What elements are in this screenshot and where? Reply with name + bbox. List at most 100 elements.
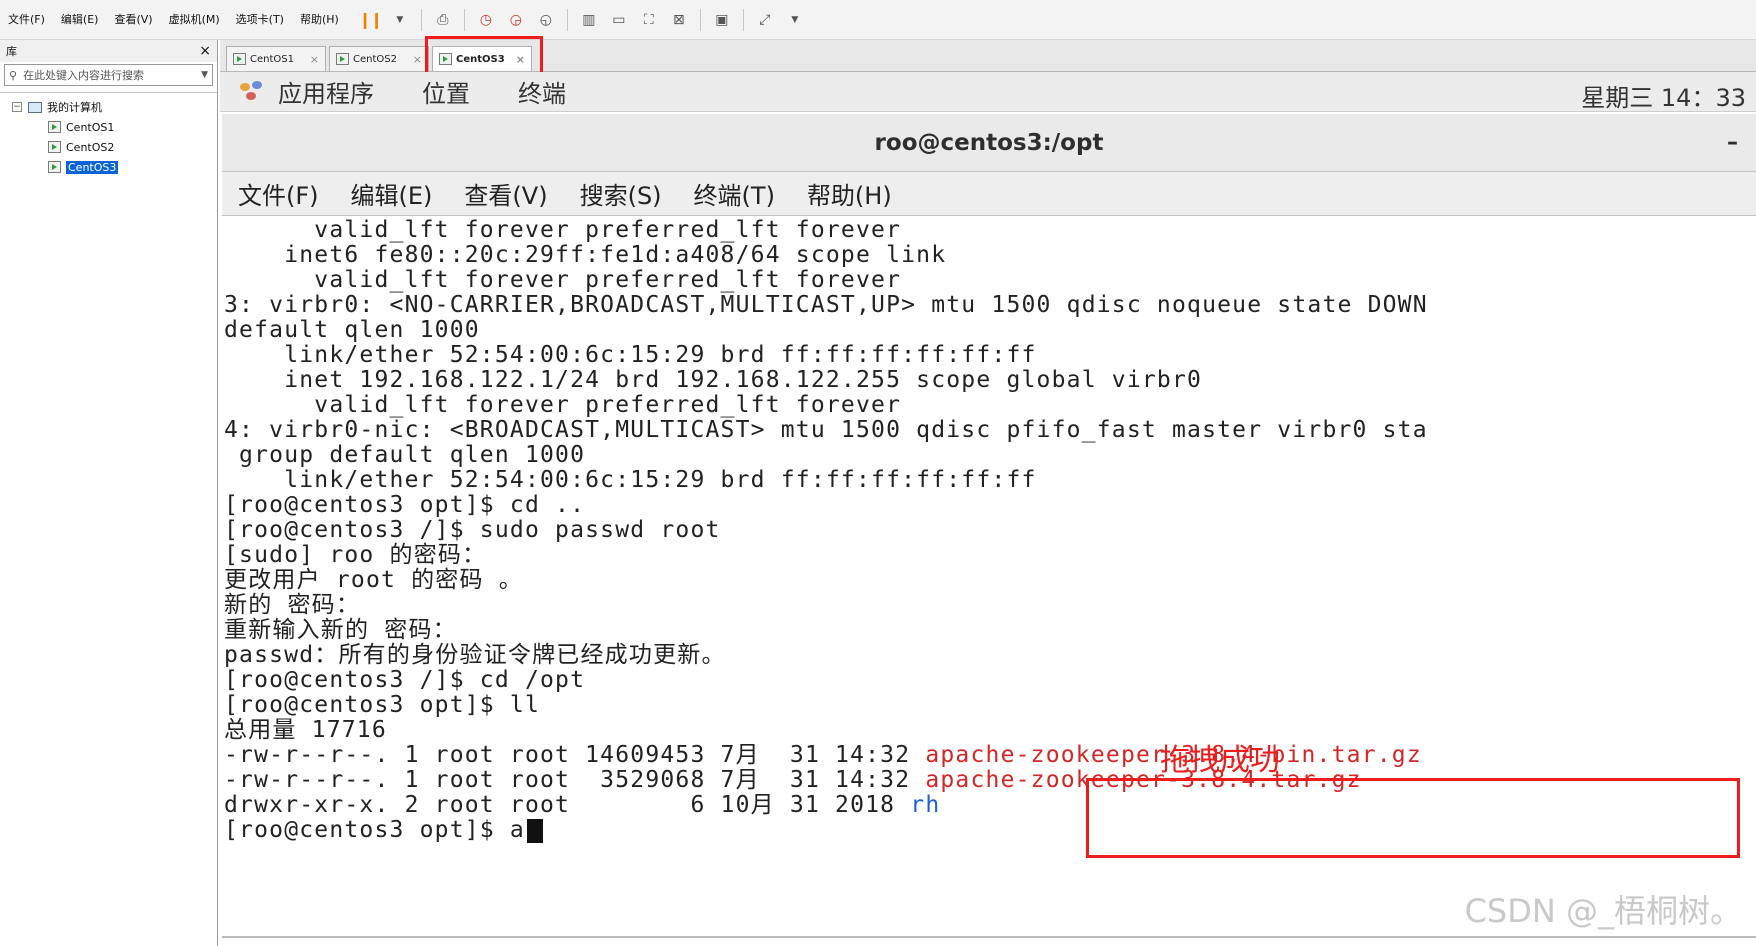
- terminal-title: roo@centos3:/opt: [874, 129, 1104, 156]
- tab-centos2[interactable]: CentOS2 ×: [329, 46, 429, 71]
- terminal-line: default qlen 1000: [224, 317, 480, 343]
- terminal-menu-file[interactable]: 文件(F): [238, 176, 319, 211]
- vmware-menubar: 文件(F) 编辑(E) 查看(V) 虚拟机(M) 选项卡(T) 帮助(H) ❙❙…: [0, 0, 1756, 40]
- tree-label: CentOS1: [66, 120, 115, 134]
- terminal-menu-edit[interactable]: 编辑(E): [351, 176, 433, 211]
- terminal-line: 新的 密码：: [224, 592, 361, 618]
- search-icon: ⚲: [9, 68, 18, 82]
- gnome-top-bar: 应用程序 位置 终端 星期三 14：33: [220, 72, 1756, 112]
- pause-icon[interactable]: ❙❙: [357, 7, 383, 33]
- gnome-applications-menu[interactable]: 应用程序: [278, 74, 374, 109]
- menu-tabs[interactable]: 选项卡(T): [228, 0, 292, 40]
- toolbar-divider: [463, 8, 465, 31]
- collapse-icon[interactable]: −: [12, 102, 22, 112]
- tree-label: 我的计算机: [47, 101, 102, 114]
- snapshot-icon[interactable]: ◷: [473, 7, 499, 33]
- terminal-line: [roo@centos3 opt]$ ll: [224, 692, 540, 718]
- library-sidebar: 库 × ⚲ 在此处键入内容进行搜索 ▼ − 我的计算机 CentOS1 Cent…: [0, 40, 218, 946]
- terminal-line: 更改用户 root 的密码 。: [224, 567, 523, 593]
- minimize-button[interactable]: –: [1727, 130, 1738, 155]
- terminal-line: inet6 fe80::20c:29ff:fe1d:a408/64 scope …: [224, 242, 947, 268]
- terminal-bottom-border: [222, 936, 1756, 938]
- unity-icon[interactable]: ⊠: [666, 7, 692, 33]
- dropdown-icon[interactable]: ▼: [782, 7, 808, 33]
- manage-snapshots-icon[interactable]: ◵: [533, 7, 559, 33]
- tree-item-my-computer[interactable]: − 我的计算机: [0, 97, 217, 117]
- toolbar-divider: [742, 8, 744, 31]
- gnome-terminal-menu[interactable]: 终端: [518, 74, 566, 109]
- active-tab-highlight: [425, 36, 543, 76]
- terminal-menu-search[interactable]: 搜索(S): [580, 176, 662, 211]
- menu-vm[interactable]: 虚拟机(M): [161, 0, 228, 40]
- computer-icon: [28, 101, 42, 113]
- terminal-prompt[interactable]: [roo@centos3 opt]$ a: [224, 816, 543, 844]
- terminal-menu-help[interactable]: 帮助(H): [807, 176, 892, 211]
- terminal-line: valid_lft forever preferred_lft forever: [224, 267, 902, 293]
- terminal-line: 4: virbr0-nic: <BROADCAST,MULTICAST> mtu…: [224, 417, 1428, 443]
- menu-help[interactable]: 帮助(H): [292, 0, 347, 40]
- chevron-down-icon[interactable]: ▼: [201, 70, 208, 80]
- tab-centos1[interactable]: CentOS1 ×: [226, 46, 326, 71]
- stretch-icon[interactable]: ⤢: [752, 7, 778, 33]
- fullscreen-icon[interactable]: ⛶: [636, 7, 662, 33]
- text-cursor: [526, 818, 543, 843]
- console-icon[interactable]: ▭: [606, 7, 632, 33]
- gnome-clock[interactable]: 星期三 14：33: [1581, 78, 1746, 113]
- annotation-highlight-box: [1086, 778, 1740, 858]
- terminal-line: 重新输入新的 密码：: [224, 617, 457, 643]
- listing-row: drwxr-xr-x. 2 root root 6 10月 31 2018 rh: [224, 791, 940, 819]
- terminal-menu-view[interactable]: 查看(V): [464, 176, 547, 211]
- menu-edit[interactable]: 编辑(E): [53, 0, 107, 40]
- gnome-places-menu[interactable]: 位置: [422, 74, 470, 109]
- tree-item-centos2[interactable]: CentOS2: [0, 137, 217, 157]
- toolbar-divider: [420, 8, 422, 31]
- close-icon[interactable]: ×: [199, 43, 211, 59]
- send-keys-icon[interactable]: ⎙: [430, 7, 456, 33]
- terminal-line: group default qlen 1000: [224, 442, 586, 468]
- terminal-line: 总用量 17716: [224, 717, 387, 743]
- listing-meta: -rw-r--r--. 1 root root 3529068 7月 31 14…: [224, 767, 926, 793]
- terminal-menu-terminal[interactable]: 终端(T): [694, 176, 775, 211]
- tree-item-centos3[interactable]: CentOS3: [0, 157, 217, 177]
- close-icon[interactable]: ×: [413, 53, 422, 66]
- terminal-line: [roo@centos3 opt]$ cd ..: [224, 492, 586, 518]
- terminal-line: valid_lft forever preferred_lft forever: [224, 217, 902, 243]
- terminal-line: [sudo] roo 的密码：: [224, 542, 487, 568]
- vm-icon: [48, 141, 61, 153]
- terminal-line: link/ether 52:54:00:6c:15:29 brd ff:ff:f…: [224, 467, 1037, 493]
- tab-label: CentOS1: [250, 53, 294, 65]
- vm-icon: [48, 161, 61, 173]
- terminal-menubar: 文件(F) 编辑(E) 查看(V) 搜索(S) 终端(T) 帮助(H): [222, 172, 1756, 216]
- terminal-icon[interactable]: ▣: [709, 7, 735, 33]
- tab-label: CentOS2: [353, 53, 397, 65]
- terminal-line: link/ether 52:54:00:6c:15:29 brd ff:ff:f…: [224, 342, 1037, 368]
- menu-view[interactable]: 查看(V): [106, 0, 160, 40]
- listing-meta: -rw-r--r--. 1 root root 14609453 7月 31 1…: [224, 742, 926, 768]
- tree-label: CentOS3: [66, 160, 119, 174]
- sidebar-icon[interactable]: ▥: [576, 7, 602, 33]
- watermark: CSDN @_梧桐树。: [1464, 892, 1742, 930]
- library-title: 库: [6, 45, 17, 58]
- vm-icon: [233, 53, 246, 65]
- gnome-apps-icon: [238, 80, 266, 103]
- vmware-toolbar: ❙❙ ▼ ⎙ ◷ ◶ ◵ ▥ ▭ ⛶ ⊠ ▣ ⤢ ▼: [355, 7, 810, 33]
- terminal-line: 3: virbr0: <NO-CARRIER,BROADCAST,MULTICA…: [224, 292, 1428, 318]
- terminal-titlebar: roo@centos3:/opt –: [222, 114, 1756, 172]
- vm-icon: [48, 121, 61, 133]
- prompt-text: [roo@centos3 opt]$ a: [224, 817, 525, 843]
- vm-tree: − 我的计算机 CentOS1 CentOS2 CentOS3: [0, 92, 217, 177]
- close-icon[interactable]: ×: [310, 53, 319, 66]
- terminal-line: inet 192.168.122.1/24 brd 192.168.122.25…: [224, 367, 1203, 393]
- tree-label: CentOS2: [66, 140, 115, 154]
- toolbar-divider: [566, 8, 568, 31]
- tree-item-centos1[interactable]: CentOS1: [0, 117, 217, 137]
- menu-file[interactable]: 文件(F): [0, 0, 53, 40]
- terminal-line: passwd：所有的身份验证令牌已经成功更新。: [224, 642, 726, 668]
- dropdown-icon[interactable]: ▼: [387, 7, 413, 33]
- search-placeholder: 在此处键入内容进行搜索: [23, 69, 145, 82]
- library-search-input[interactable]: ⚲ 在此处键入内容进行搜索 ▼: [4, 64, 213, 86]
- terminal-line: valid_lft forever preferred_lft forever: [224, 392, 902, 418]
- annotation-label: 拖拽成功: [1160, 743, 1280, 778]
- revert-snapshot-icon[interactable]: ◶: [503, 7, 529, 33]
- toolbar-divider: [699, 8, 701, 31]
